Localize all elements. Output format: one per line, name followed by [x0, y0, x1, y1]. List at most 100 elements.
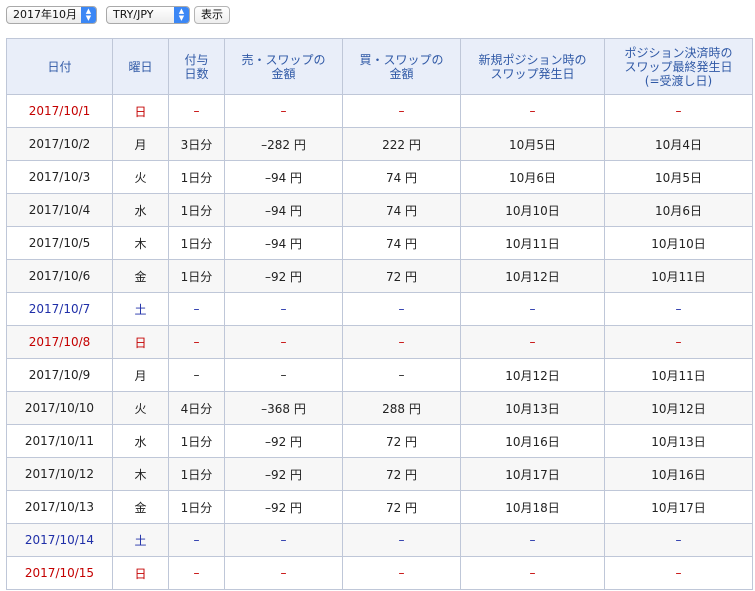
cell-date: 2017/10/12	[6, 457, 113, 491]
cell-dow: 月	[112, 127, 169, 161]
cell-dow: 日	[112, 94, 169, 128]
cell-settlement-date: 10月5日	[604, 160, 753, 194]
table-row: 2017/10/1 日 – – – – –	[6, 94, 753, 128]
header-date: 日付	[6, 38, 113, 95]
cell-buy-swap: 72 円	[342, 424, 461, 458]
cell-buy-swap: –	[342, 556, 461, 590]
select-arrows-icon: ▲ ▼	[174, 7, 189, 23]
cell-sell-swap: –94 円	[224, 160, 343, 194]
cell-settlement-date: –	[604, 94, 753, 128]
cell-dow: 月	[112, 358, 169, 392]
table-row: 2017/10/4 水 1日分 –94 円 74 円 10月10日 10月6日	[6, 193, 753, 227]
header-dow: 曜日	[112, 38, 169, 95]
cell-new-position-date: –	[460, 523, 605, 557]
cell-days: 1日分	[168, 226, 225, 260]
cell-dow: 水	[112, 424, 169, 458]
currency-pair-select[interactable]: TRY/JPY ▲ ▼	[106, 6, 190, 24]
header-sell-swap: 売・スワップの 金額	[224, 38, 343, 95]
cell-sell-swap: –	[224, 358, 343, 392]
cell-date: 2017/10/6	[6, 259, 113, 293]
cell-buy-swap: 72 円	[342, 490, 461, 524]
cell-new-position-date: 10月12日	[460, 358, 605, 392]
cell-date: 2017/10/8	[6, 325, 113, 359]
table-header-row: 日付 曜日 付与 日数 売・スワップの 金額 買・スワップの 金額 新規ポジション時の…	[6, 38, 753, 95]
cell-settlement-date: 10月10日	[604, 226, 753, 260]
swap-table: 日付 曜日 付与 日数 売・スワップの 金額 買・スワップの 金額 新規ポジション時の…	[6, 38, 753, 590]
table-row: 2017/10/2 月 3日分 –282 円 222 円 10月5日 10月4日	[6, 127, 753, 161]
cell-new-position-date: –	[460, 556, 605, 590]
cell-days: –	[168, 358, 225, 392]
table-row: 2017/10/15 日 – – – – –	[6, 556, 753, 590]
cell-settlement-date: 10月6日	[604, 193, 753, 227]
cell-settlement-date: 10月4日	[604, 127, 753, 161]
show-button[interactable]: 表示	[194, 6, 230, 24]
table-row: 2017/10/11 水 1日分 –92 円 72 円 10月16日 10月13日	[6, 424, 753, 458]
cell-days: 1日分	[168, 424, 225, 458]
cell-new-position-date: 10月12日	[460, 259, 605, 293]
cell-sell-swap: –92 円	[224, 259, 343, 293]
cell-sell-swap: –	[224, 292, 343, 326]
cell-settlement-date: 10月16日	[604, 457, 753, 491]
cell-settlement-date: –	[604, 556, 753, 590]
cell-settlement-date: –	[604, 325, 753, 359]
cell-dow: 金	[112, 490, 169, 524]
cell-sell-swap: –92 円	[224, 457, 343, 491]
cell-date: 2017/10/9	[6, 358, 113, 392]
cell-days: 1日分	[168, 457, 225, 491]
cell-new-position-date: 10月5日	[460, 127, 605, 161]
table-row: 2017/10/7 土 – – – – –	[6, 292, 753, 326]
cell-buy-swap: –	[342, 358, 461, 392]
header-buy-swap: 買・スワップの 金額	[342, 38, 461, 95]
table-row: 2017/10/12 木 1日分 –92 円 72 円 10月17日 10月16日	[6, 457, 753, 491]
month-select[interactable]: 2017年10月 ▲ ▼	[6, 6, 97, 24]
cell-sell-swap: –94 円	[224, 193, 343, 227]
cell-dow: 木	[112, 457, 169, 491]
cell-buy-swap: 288 円	[342, 391, 461, 425]
cell-buy-swap: 72 円	[342, 457, 461, 491]
header-settlement-date: ポジション決済時の スワップ最終発生日 (=受渡し日)	[604, 38, 753, 95]
cell-days: –	[168, 325, 225, 359]
table-row: 2017/10/5 木 1日分 –94 円 74 円 10月11日 10月10日	[6, 226, 753, 260]
cell-new-position-date: –	[460, 94, 605, 128]
cell-dow: 火	[112, 391, 169, 425]
table-row: 2017/10/13 金 1日分 –92 円 72 円 10月18日 10月17日	[6, 490, 753, 524]
cell-dow: 土	[112, 523, 169, 557]
cell-settlement-date: 10月12日	[604, 391, 753, 425]
cell-buy-swap: 222 円	[342, 127, 461, 161]
cell-new-position-date: 10月10日	[460, 193, 605, 227]
controls-bar: 2017年10月 ▲ ▼ TRY/JPY ▲ ▼ 表示	[6, 5, 230, 25]
cell-settlement-date: 10月13日	[604, 424, 753, 458]
cell-sell-swap: –92 円	[224, 490, 343, 524]
cell-sell-swap: –	[224, 325, 343, 359]
cell-days: 3日分	[168, 127, 225, 161]
cell-days: 1日分	[168, 193, 225, 227]
cell-buy-swap: 74 円	[342, 226, 461, 260]
cell-date: 2017/10/1	[6, 94, 113, 128]
cell-buy-swap: –	[342, 292, 461, 326]
cell-sell-swap: –92 円	[224, 424, 343, 458]
select-arrows-icon: ▲ ▼	[81, 7, 96, 23]
cell-dow: 土	[112, 292, 169, 326]
table-row: 2017/10/10 火 4日分 –368 円 288 円 10月13日 10月12日	[6, 391, 753, 425]
table-row: 2017/10/8 日 – – – – –	[6, 325, 753, 359]
cell-dow: 日	[112, 325, 169, 359]
cell-date: 2017/10/14	[6, 523, 113, 557]
cell-buy-swap: 72 円	[342, 259, 461, 293]
cell-date: 2017/10/15	[6, 556, 113, 590]
cell-dow: 水	[112, 193, 169, 227]
cell-date: 2017/10/10	[6, 391, 113, 425]
cell-date: 2017/10/2	[6, 127, 113, 161]
cell-new-position-date: 10月17日	[460, 457, 605, 491]
currency-pair-value: TRY/JPY	[113, 8, 154, 21]
cell-new-position-date: –	[460, 292, 605, 326]
cell-dow: 日	[112, 556, 169, 590]
cell-date: 2017/10/4	[6, 193, 113, 227]
cell-days: 1日分	[168, 259, 225, 293]
cell-date: 2017/10/5	[6, 226, 113, 260]
cell-settlement-date: –	[604, 523, 753, 557]
cell-sell-swap: –94 円	[224, 226, 343, 260]
cell-settlement-date: 10月17日	[604, 490, 753, 524]
table-row: 2017/10/6 金 1日分 –92 円 72 円 10月12日 10月11日	[6, 259, 753, 293]
cell-new-position-date: 10月18日	[460, 490, 605, 524]
cell-sell-swap: –282 円	[224, 127, 343, 161]
